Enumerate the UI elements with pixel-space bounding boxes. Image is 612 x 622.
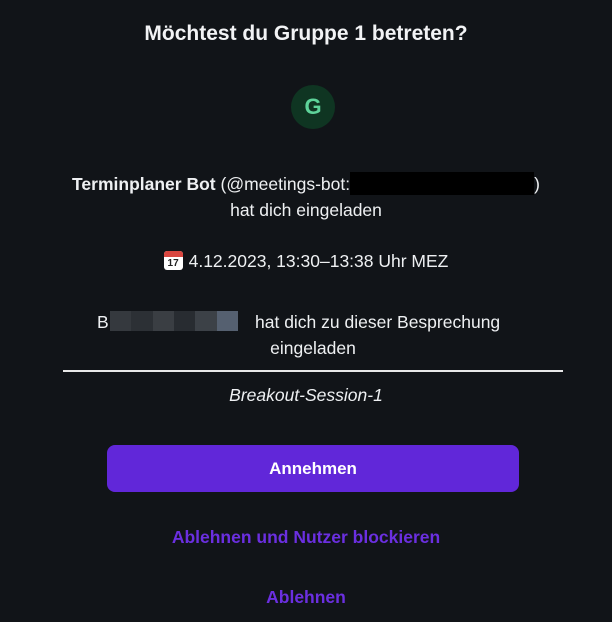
invite-dialog: Möchtest du Gruppe 1 betreten? G Terminp… — [0, 0, 612, 622]
avatar-letter: G — [304, 94, 322, 119]
session-name: Breakout-Session-1 — [229, 385, 383, 405]
calendar-icon-day: 17 — [167, 258, 179, 269]
inviter-handle-prefix: (@meetings-bot: — [220, 174, 351, 194]
pixelated-name — [110, 311, 238, 331]
inviter-handle-suffix: ) — [534, 174, 540, 194]
meeting-invite-info: B hat dich zu dieser Besprechung eingela… — [0, 309, 612, 361]
meeting-invite-text-line1: hat dich zu dieser Besprechung — [255, 312, 501, 332]
decline-and-block-button[interactable]: Ablehnen und Nutzer blockieren — [0, 527, 612, 548]
invited-text: hat dich eingeladen — [230, 200, 382, 220]
dialog-title: Möchtest du Gruppe 1 betreten? — [144, 22, 468, 45]
calendar-icon: 17 — [163, 251, 183, 270]
divider — [63, 370, 563, 372]
inviter-line: Terminplaner Bot (@meetings-bot:) — [0, 171, 612, 197]
meeting-time: 17 4.12.2023, 13:30–13:38 Uhr MEZ — [0, 251, 612, 272]
meeting-time-text: 4.12.2023, 13:30–13:38 Uhr MEZ — [188, 251, 449, 271]
meeting-invite-text-line2: eingeladen — [270, 338, 356, 358]
meeting-inviter-initial: B — [97, 312, 109, 332]
redacted-handle — [350, 172, 535, 195]
decline-button[interactable]: Ablehnen — [0, 587, 612, 608]
accept-button[interactable]: Annehmen — [107, 445, 519, 492]
inviter-name: Terminplaner Bot — [72, 174, 216, 194]
group-avatar: G — [291, 85, 335, 129]
inviter-info: Terminplaner Bot (@meetings-bot:) hat di… — [0, 171, 612, 223]
accept-button-label: Annehmen — [269, 458, 357, 478]
